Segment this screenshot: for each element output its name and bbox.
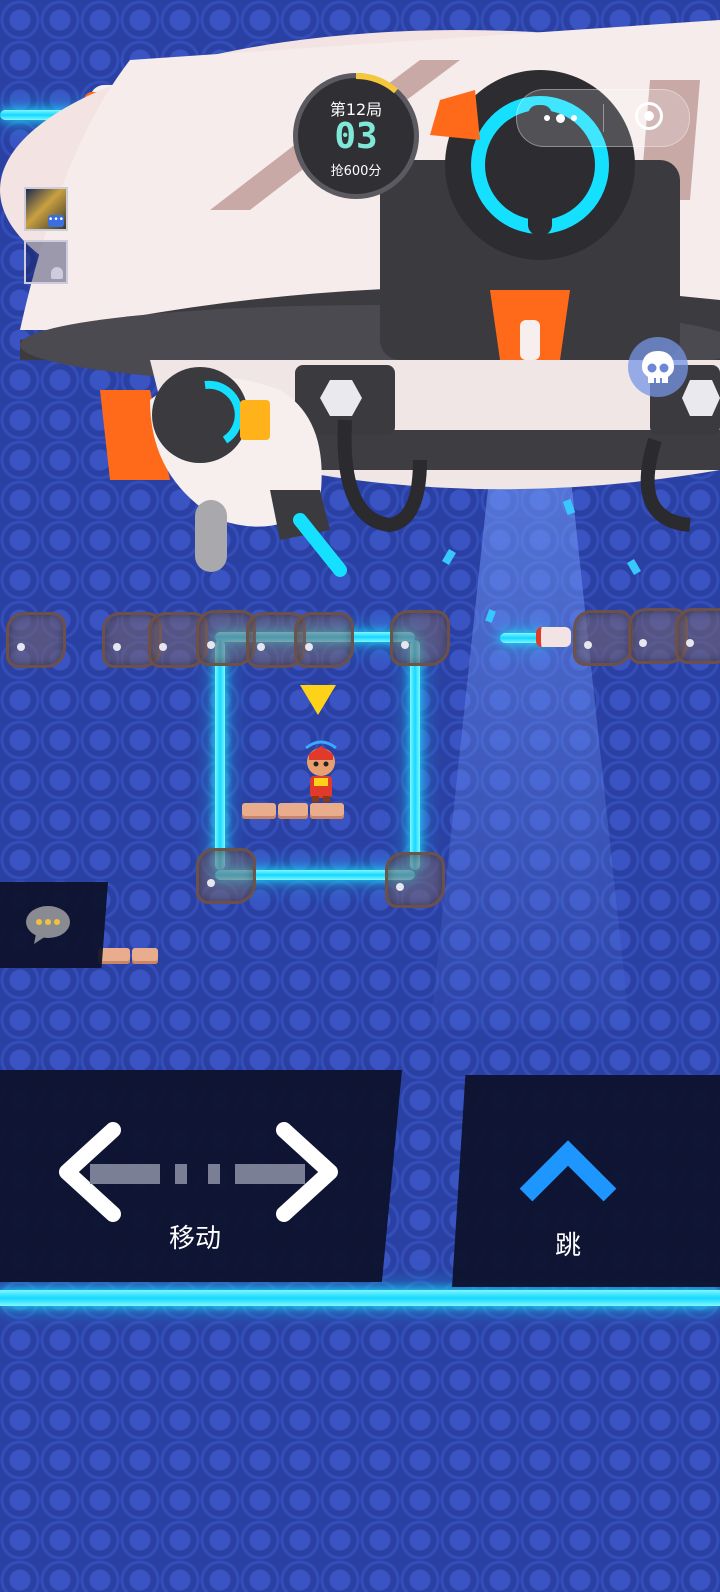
move-label: 移动 [168,1224,221,1254]
skull-icon[interactable] [628,337,688,397]
chevron-up-icon [519,1140,617,1202]
brick-platform [132,948,158,964]
jump-label: 跳 [554,1231,581,1261]
rock-block [390,610,450,666]
avatar-more-icon: ••• [48,215,64,227]
round-count: 03 [334,116,378,157]
arrow-right-icon[interactable] [272,1122,342,1222]
rock-block [675,608,720,664]
round-timer-hud: 第12局 03 抢600分 [293,73,419,199]
move-control[interactable]: 移动 [0,1070,402,1282]
menu-divider [603,104,604,132]
rock-block [573,610,633,666]
jump-button[interactable]: 跳 [452,1075,720,1287]
brick-platform [242,803,276,819]
laser-frame-right [410,640,420,870]
chat-button[interactable] [0,882,108,968]
brick-platform [310,803,344,819]
player-avatar-2[interactable] [24,240,68,284]
rock-block [294,612,354,668]
monkey-character [305,740,337,802]
capsule-menu [516,89,690,147]
player-avatar-1[interactable]: ••• [24,187,68,231]
laser-emitter [536,627,571,647]
rock-block [385,852,445,908]
laser-bottom-line [0,1290,720,1306]
player-marker-icon [300,685,336,715]
rock-block [196,848,256,904]
chat-bubble-icon [26,906,70,944]
target-circle-icon[interactable] [635,102,663,130]
score-label: 抢600分 [330,164,382,179]
rock-block [6,612,66,668]
brick-platform [278,803,308,819]
more-dots-icon[interactable] [517,90,603,146]
laser-frame-left [215,640,225,870]
ghost-icon [51,267,63,279]
